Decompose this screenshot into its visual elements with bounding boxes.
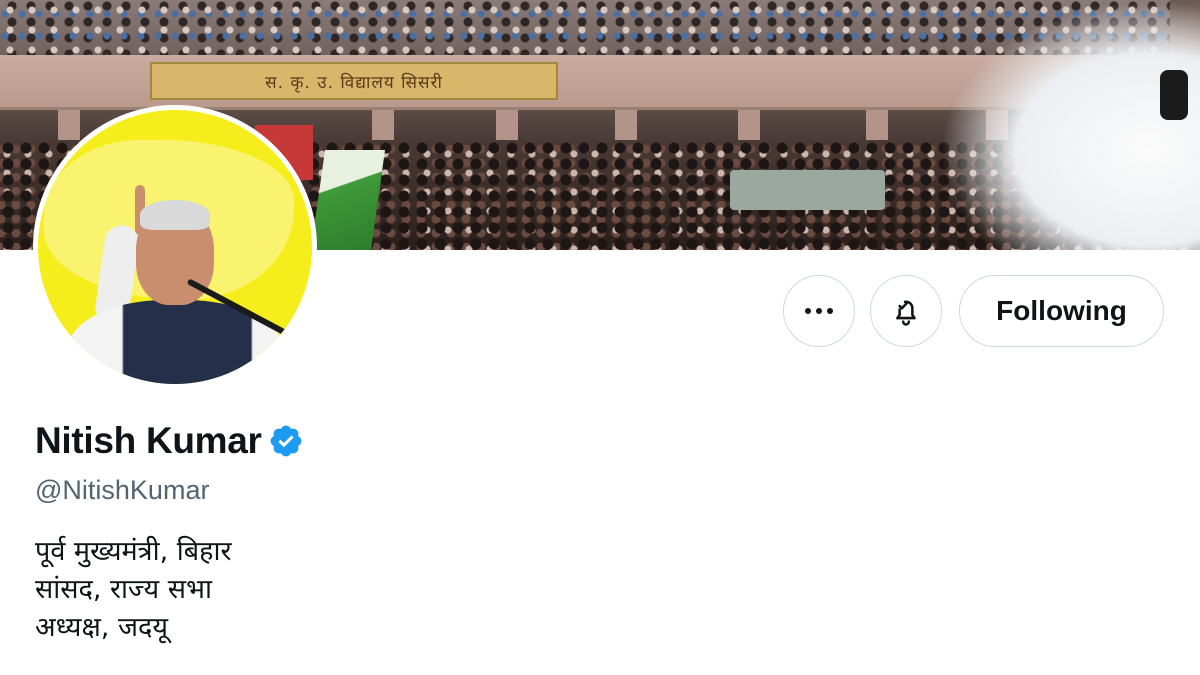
banner-microphone: [1160, 70, 1188, 120]
following-button[interactable]: Following: [959, 275, 1164, 347]
more-horizontal-icon: [805, 308, 833, 314]
bio-line: सांसद, राज्य सभा: [35, 574, 212, 605]
profile-avatar[interactable]: [33, 105, 317, 389]
profile-name-row: Nitish Kumar: [35, 420, 304, 462]
bio-line: पूर्व मुख्यमंत्री, बिहार: [35, 536, 232, 567]
profile-name: Nitish Kumar: [35, 420, 262, 461]
profile-bio: पूर्व मुख्यमंत्री, बिहार सांसद, राज्य सभ…: [35, 533, 232, 647]
verified-badge-icon: [270, 425, 302, 457]
bell-check-icon: [896, 300, 916, 326]
banner-speaker: [940, 0, 1200, 250]
avatar-photo: [38, 110, 312, 384]
bio-line: अध्यक्ष, जदयू: [35, 612, 168, 643]
avatar-person-hair: [140, 200, 210, 230]
notifications-button[interactable]: [870, 275, 942, 347]
banner-sign: स. कृ. उ. विद्यालय सिसरी: [150, 62, 558, 100]
profile-handle: @NitishKumar: [35, 475, 210, 505]
more-options-button[interactable]: [783, 275, 855, 347]
banner-vehicle: [730, 170, 885, 210]
